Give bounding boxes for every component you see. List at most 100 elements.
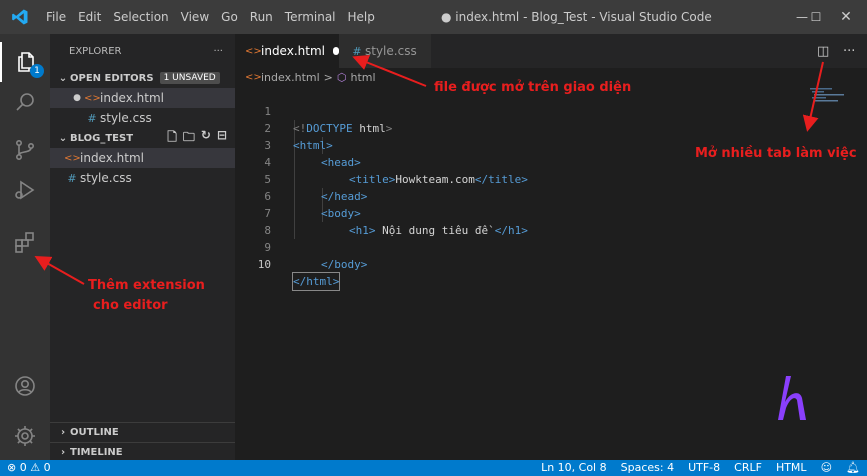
chevron-down-icon: ⌄ (58, 132, 68, 144)
split-editor-button[interactable]: ◫ (817, 34, 829, 68)
code-line: 7 <h1> Nội dung tiêu đề </h1> (235, 188, 527, 237)
cursor-position[interactable]: Ln 10, Col 8 (534, 460, 614, 476)
source-control-button[interactable] (0, 130, 50, 170)
token: </head> (321, 190, 368, 203)
collapse-all-icon[interactable]: ⊟ (217, 128, 227, 149)
extensions-button[interactable] (0, 222, 50, 262)
source-control-icon (15, 139, 35, 160)
refresh-icon[interactable]: ↻ (201, 128, 211, 149)
tab-style-css[interactable]: # style.css (339, 34, 431, 68)
code-line: 3 <head> (235, 120, 360, 169)
token: <! (293, 122, 307, 135)
explorer-title: EXPLORER (69, 45, 122, 57)
gear-icon (15, 426, 35, 446)
menu-file[interactable]: File (40, 0, 72, 34)
tab-index-html[interactable]: <> index.html (235, 34, 339, 68)
css-file-icon: # (67, 171, 77, 185)
language-mode[interactable]: HTML (769, 460, 814, 476)
token: </h1> (494, 224, 528, 237)
timeline-label: TIMELINE (70, 447, 123, 458)
token: Howkteam.com (395, 173, 475, 186)
maximize-icon: ☐ (810, 10, 822, 24)
symbol-icon: ⬡ (336, 70, 347, 84)
run-debug-icon (15, 180, 35, 200)
line-number: 10 (257, 258, 271, 271)
breadcrumb-file[interactable]: index.html (261, 71, 320, 84)
run-debug-button[interactable] (0, 170, 50, 210)
problems-indicator[interactable]: ⊗ 0 ⚠ 0 (0, 460, 58, 476)
menu-terminal[interactable]: Terminal (279, 0, 342, 34)
end-of-line[interactable]: CRLF (727, 460, 769, 476)
notifications-bell-icon[interactable]: 🔔︎ (839, 460, 867, 476)
token: <html> (293, 139, 333, 152)
html-file-icon: <> (84, 92, 101, 104)
code-line: 4 <title>Howkteam.com</title> (235, 137, 527, 186)
token: DOCTYPE (306, 122, 353, 135)
token: <title> (349, 173, 396, 186)
token: </html> (291, 272, 341, 291)
menu-bar: File Edit Selection View Go Run Terminal… (40, 0, 381, 34)
accounts-button[interactable] (0, 366, 50, 406)
open-editor-item-style[interactable]: # style.css (50, 108, 235, 128)
warnings-count: ⚠ 0 (30, 461, 51, 474)
activity-bar: 1 (0, 34, 50, 460)
annotation-extension-line2: cho editor (93, 298, 168, 313)
encoding[interactable]: UTF-8 (681, 460, 727, 476)
explorer-button[interactable]: 1 (0, 42, 50, 82)
tab-label: index.html (261, 44, 325, 58)
open-editor-label: index.html (100, 91, 164, 105)
editor-more-button[interactable]: ··· (843, 34, 855, 68)
folder-label: BLOG_TEST (70, 132, 134, 144)
unsaved-badge: 1 UNSAVED (159, 72, 220, 84)
code-line: 10 </html> (235, 239, 341, 291)
menu-edit[interactable]: Edit (72, 0, 107, 34)
open-editor-label: style.css (100, 111, 152, 125)
html-file-icon: <> (64, 152, 81, 164)
new-folder-icon[interactable]: 🗀 (183, 128, 195, 149)
modified-dot-icon: ● (73, 93, 81, 103)
settings-button[interactable] (0, 416, 50, 456)
timeline-section[interactable]: › TIMELINE (50, 442, 235, 462)
howkteam-logo-icon (778, 376, 806, 420)
outline-section[interactable]: › OUTLINE (50, 422, 235, 442)
title-bar: File Edit Selection View Go Run Terminal… (0, 0, 867, 34)
explorer-badge: 1 (30, 64, 44, 78)
editor-tabs: <> index.html # style.css ◫ ··· (235, 34, 867, 68)
new-file-icon[interactable]: 🗋 (167, 128, 177, 149)
chevron-down-icon: ⌄ (58, 72, 68, 84)
annotation-extension-line1: Thêm extension (88, 278, 205, 293)
close-button[interactable]: ✕ (825, 0, 867, 34)
folder-section[interactable]: ⌄ BLOG_TEST 🗋 🗀 ↻ ⊟ (50, 128, 235, 148)
more-actions-icon[interactable]: ··· (213, 46, 223, 57)
status-bar: ⊗ 0 ⚠ 0 Ln 10, Col 8 Spaces: 4 UTF-8 CRL… (0, 460, 867, 476)
indentation[interactable]: Spaces: 4 (614, 460, 681, 476)
menu-view[interactable]: View (175, 0, 215, 34)
file-item-style[interactable]: # style.css (50, 168, 235, 188)
open-editors-label: OPEN EDITORS (70, 72, 154, 84)
account-icon (15, 376, 35, 396)
menu-help[interactable]: Help (342, 0, 381, 34)
breadcrumb-separator: > (323, 70, 333, 84)
file-item-index[interactable]: <> index.html (50, 148, 235, 168)
search-button[interactable] (0, 82, 50, 122)
menu-run[interactable]: Run (244, 0, 279, 34)
minimap[interactable] (810, 86, 860, 116)
token: <h1> (349, 224, 376, 237)
token: <head> (321, 156, 361, 169)
file-label: index.html (80, 151, 144, 165)
open-editor-item-index[interactable]: ● <> index.html (50, 88, 235, 108)
annotation-multi-tab: Mở nhiều tab làm việc (695, 146, 857, 161)
feedback-icon[interactable]: ☺ (814, 460, 839, 476)
token: html (359, 122, 386, 135)
menu-selection[interactable]: Selection (107, 0, 174, 34)
window-title: ● index.html - Blog_Test - Visual Studio… (441, 10, 712, 24)
tab-label: style.css (365, 44, 417, 58)
open-editors-section[interactable]: ⌄ OPEN EDITORS 1 UNSAVED (50, 68, 235, 88)
chevron-right-icon: › (60, 447, 66, 458)
code-line: 5 </head> (235, 154, 367, 203)
token: <body> (321, 207, 361, 220)
menu-go[interactable]: Go (215, 0, 244, 34)
close-icon: ✕ (840, 9, 852, 25)
outline-label: OUTLINE (70, 427, 119, 438)
breadcrumb-symbol[interactable]: html (350, 71, 375, 84)
